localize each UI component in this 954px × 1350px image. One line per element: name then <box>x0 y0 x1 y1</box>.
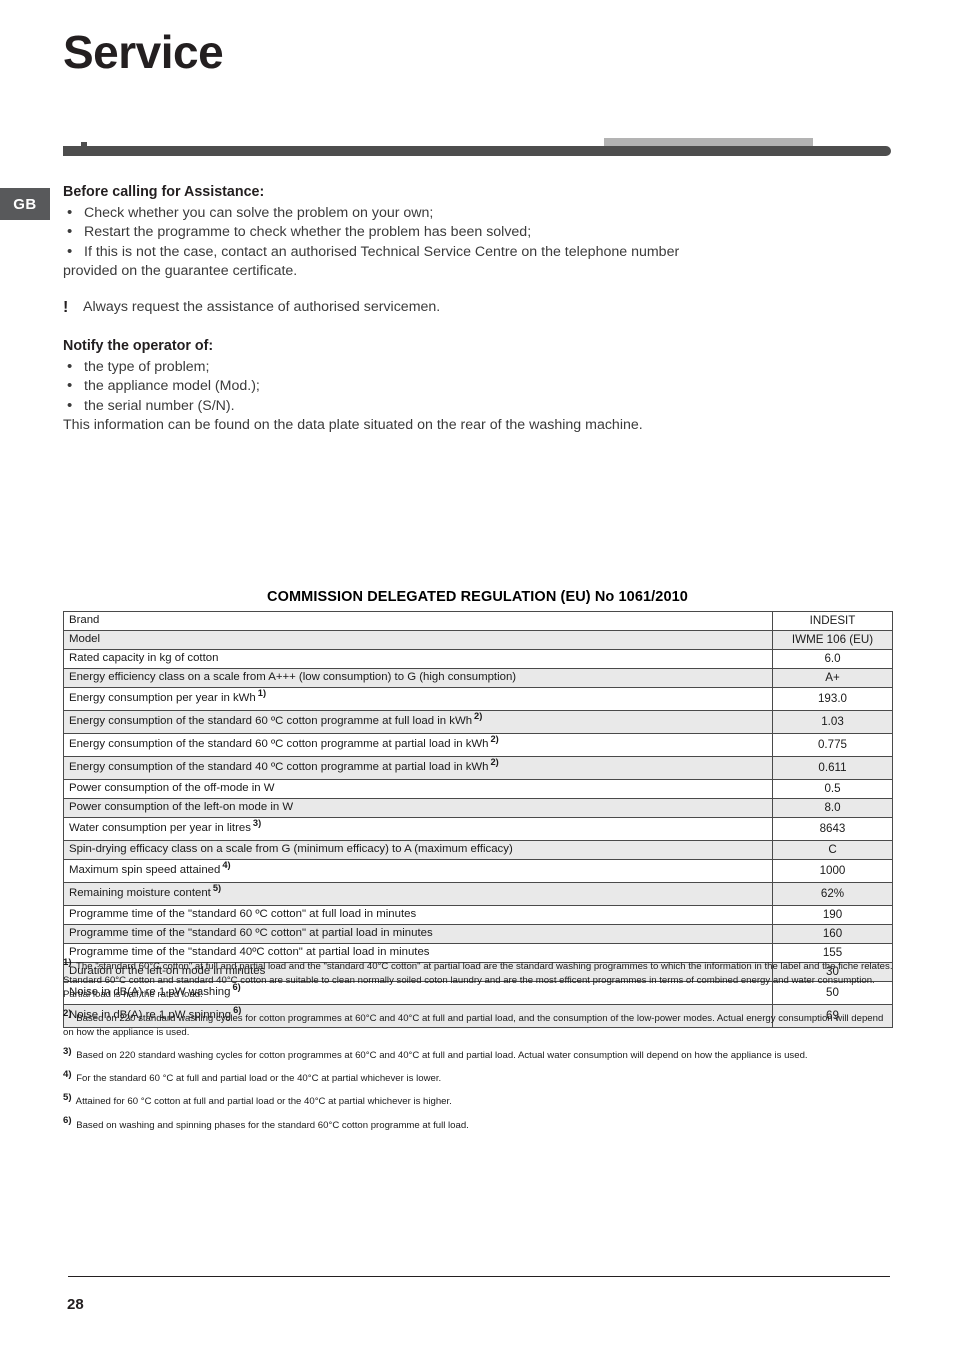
table-cell-label: Water consumption per year in litres 3) <box>63 817 773 841</box>
footnote-marker: 1) <box>257 688 267 699</box>
assistance-section: Before calling for Assistance: Check whe… <box>63 183 803 282</box>
assistance-continuation: provided on the guarantee certificate. <box>63 263 298 280</box>
footnotes-block: 1) The "standard 60°C cotton" at full an… <box>63 956 893 1142</box>
table-cell-value: 8.0 <box>772 798 893 818</box>
list-item: If this is not the case, contact an auth… <box>63 242 803 263</box>
footnote: 5) Attained for 60 °C cotton at full and… <box>63 1092 452 1108</box>
assistance-bullet-list: Check whether you can solve the problem … <box>63 203 803 263</box>
table-cell-label: Model <box>63 630 773 650</box>
table-row: Rated capacity in kg of cotton 6.0 <box>63 649 893 669</box>
table-row: Remaining moisture content 5) 62% <box>63 882 893 906</box>
language-tab-label: GB <box>13 195 37 213</box>
table-cell-label: Maximum spin speed attained 4) <box>63 859 773 883</box>
footnote-marker: 2) <box>474 711 483 722</box>
table-cell-value: 6.0 <box>772 649 893 669</box>
footnote: 6) Based on washing and spinning phases … <box>63 1115 469 1131</box>
table-cell-label: Energy consumption of the standard 40 ºC… <box>63 756 773 780</box>
footnote-number: 2) <box>63 1008 72 1020</box>
table-cell-value: 1000 <box>772 859 893 883</box>
table-cell-label: Power consumption of the off-mode in W <box>63 779 773 799</box>
table-cell-label: Energy efficiency class on a scale from … <box>63 668 773 688</box>
table-cell-value: 160 <box>772 924 893 944</box>
table-cell-value: 0.775 <box>772 733 893 757</box>
table-cell-value: 8643 <box>772 817 893 841</box>
table-row: Model IWME 106 (EU) <box>63 630 893 650</box>
table-row: Programme time of the "standard 60 ºC co… <box>63 905 893 925</box>
table-cell-label: Remaining moisture content 5) <box>63 882 773 906</box>
table-row: Spin-drying efficacy class on a scale fr… <box>63 840 893 860</box>
warning-text: Always request the assistance of authori… <box>83 299 441 315</box>
notify-bullet-list: the type of problem; the appliance model… <box>63 357 803 417</box>
table-cell-value: A+ <box>772 668 893 688</box>
table-cell-value: 0.5 <box>772 779 893 799</box>
table-cell-label: Energy consumption per year in kWh 1) <box>63 687 773 711</box>
footnote-number: 6) <box>63 1115 72 1127</box>
table-cell-value: 1.03 <box>772 710 893 734</box>
notify-heading: Notify the operator of: <box>63 338 214 354</box>
footer-divider <box>68 1276 890 1277</box>
table-cell-value: 62% <box>772 882 893 906</box>
table-row: Energy consumption of the standard 40 ºC… <box>63 756 893 780</box>
table-cell-value: C <box>772 840 893 860</box>
notify-section: Notify the operator of: the type of prob… <box>63 337 803 436</box>
table-cell-value: IWME 106 (EU) <box>772 630 893 650</box>
table-cell-value: 193.0 <box>772 687 893 711</box>
footnote: 1) The "standard 60°C cotton" at full an… <box>63 956 893 1001</box>
table-cell-label: Programme time of the "standard 60 ºC co… <box>63 924 773 944</box>
table-cell-label: Energy consumption of the standard 60 ºC… <box>63 733 773 757</box>
regulation-table-title: COMMISSION DELEGATED REGULATION (EU) No … <box>267 589 688 605</box>
list-item: the serial number (S/N). <box>63 396 803 417</box>
page-number: 28 <box>67 1296 84 1313</box>
table-row: Energy efficiency class on a scale from … <box>63 668 893 688</box>
table-row: Energy consumption per year in kWh 1) 193.… <box>63 687 893 711</box>
footnote-marker: 4) <box>222 860 231 871</box>
page-title: Service <box>63 26 224 78</box>
table-cell-value: INDESIT <box>772 611 893 631</box>
footnote: 3) Based on 220 standard washing cycles … <box>63 1045 808 1062</box>
list-item: the appliance model (Mod.); <box>63 376 803 397</box>
table-cell-label: Programme time of the "standard 60 ºC co… <box>63 905 773 925</box>
notify-closing: This information can be found on the dat… <box>63 417 643 434</box>
header-bar-main-segment <box>63 146 891 156</box>
table-cell-label: Power consumption of the left-on mode in… <box>63 798 773 818</box>
footnote-number: 5) <box>63 1092 72 1104</box>
list-item: Check whether you can solve the problem … <box>63 203 803 224</box>
header-divider-bar <box>63 138 891 160</box>
table-row: Energy consumption of the standard 60 ºC… <box>63 733 893 757</box>
table-row: Energy consumption of the standard 60 ºC… <box>63 710 893 734</box>
table-cell-value: 0.611 <box>772 756 893 780</box>
table-row: Power consumption of the left-on mode in… <box>63 798 893 818</box>
list-item: the type of problem; <box>63 357 803 378</box>
footnote: 4) For the standard 60 °C at full and pa… <box>63 1069 442 1085</box>
footnote-number: 1) <box>63 956 72 968</box>
footnote: 2) Based on 220 standard washing cycles … <box>63 1008 884 1038</box>
table-cell-label: Energy consumption of the standard 60 ºC… <box>63 710 773 734</box>
table-cell-label: Rated capacity in kg of cotton <box>63 649 773 669</box>
table-row: Maximum spin speed attained 4) 1000 <box>63 859 893 883</box>
footnote-number: 4) <box>63 1069 72 1081</box>
footnote-marker: 5) <box>212 883 222 894</box>
language-tab-gb: GB <box>0 188 50 220</box>
footnote-number: 3) <box>63 1045 72 1057</box>
table-row: Power consumption of the off-mode in W 0.… <box>63 779 893 799</box>
table-cell-label: Brand <box>63 611 773 631</box>
footnote-marker: 2) <box>490 757 499 768</box>
warning-note: ! Always request the assistance of autho… <box>63 298 803 318</box>
footnote-marker: 3) <box>252 818 262 829</box>
table-row: Water consumption per year in litres 3) 86… <box>63 817 893 841</box>
exclamation-icon: ! <box>63 299 69 316</box>
table-cell-value: 190 <box>772 905 893 925</box>
table-row: Brand INDESIT <box>63 611 893 631</box>
list-item: Restart the programme to check whether t… <box>63 222 803 243</box>
footnote-marker: 2) <box>490 734 499 745</box>
header-bar-light-segment <box>604 138 813 146</box>
table-row: Programme time of the "standard 60 ºC co… <box>63 924 893 944</box>
table-cell-label: Spin-drying efficacy class on a scale fr… <box>63 840 773 860</box>
assistance-heading: Before calling for Assistance: <box>63 184 265 200</box>
